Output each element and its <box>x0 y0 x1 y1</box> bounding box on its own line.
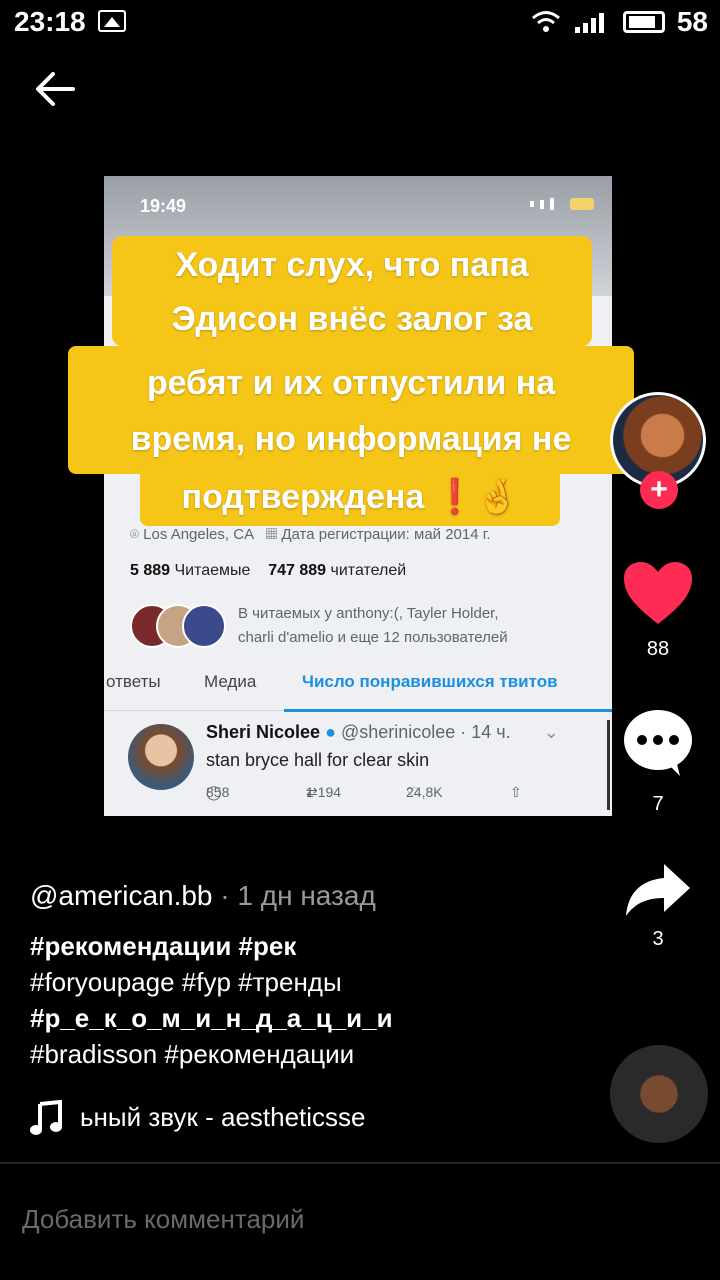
author-username[interactable]: @american.bb <box>30 880 213 911</box>
tab-likes: Число понравившихся твитов <box>302 672 558 691</box>
video-status-icons <box>530 198 594 210</box>
avatar <box>182 604 226 648</box>
tweet-author: Sheri Nicolee ● @sherinicolee · 14 ч. ⌄ <box>206 722 559 743</box>
profile-location: Los Angeles, CA <box>143 526 254 543</box>
like-button[interactable] <box>622 560 694 631</box>
mutual-followers-text: В читаемых у anthony:(, Tayler Holder, c… <box>238 602 508 650</box>
caption-box-2: ребят и их отпустили на время, но информ… <box>68 346 634 474</box>
tweet-handle: @sherinicolee · 14 ч. <box>340 722 511 742</box>
video-status-time: 19:49 <box>140 196 187 216</box>
back-button[interactable] <box>30 64 80 114</box>
battery-percent: 58 <box>676 6 708 37</box>
profile-location-row: ⌾ Los Angeles, CA ▦ Дата регистрации: ма… <box>130 526 491 543</box>
profile-joined: Дата регистрации: май 2014 г. <box>281 526 491 543</box>
hashtag-line-4[interactable]: #bradisson #рекомендации <box>30 1036 470 1072</box>
followers-count: 747 889 <box>268 562 327 579</box>
share-count: 3 <box>652 928 664 950</box>
post-author-line: @american.bb · 1 дн назад <box>30 880 376 912</box>
tweet-retweets: 1 194 <box>306 784 342 800</box>
share-arrow-icon <box>626 864 690 916</box>
tweet-text: stan bryce hall for clear skin <box>206 750 430 770</box>
comment-icon <box>624 710 692 776</box>
tweet-replies: 858 <box>206 784 230 800</box>
calendar-icon: ▦ <box>265 526 282 543</box>
status-time: 23:18 <box>14 6 86 37</box>
following-count: 5 889 <box>130 562 171 579</box>
video-scrollbar <box>607 720 610 810</box>
followers-label: читателей <box>330 562 407 579</box>
post-hashtags: #рекомендации #рек #foryoupage #fyp #тре… <box>30 928 470 1072</box>
comment-count: 7 <box>652 793 664 815</box>
share-outline-icon: ⇧ <box>510 784 522 800</box>
follow-button[interactable]: + <box>640 471 678 509</box>
active-tab-indicator <box>284 709 612 712</box>
caption-box-3: подтверждена ❗🤞 <box>140 468 560 526</box>
tweet-likes: 24,8K <box>406 784 443 800</box>
verified-icon: ● <box>325 722 336 742</box>
share-button[interactable] <box>624 862 692 923</box>
following-label: Читаемые <box>174 562 251 579</box>
heart-icon <box>624 562 692 624</box>
music-disc[interactable] <box>610 1045 708 1143</box>
caption-line-2: Эдисон внёс залог за <box>171 300 533 338</box>
post-time: · 1 дн назад <box>220 880 376 911</box>
tab-media: Медиа <box>204 672 257 691</box>
hashtag-line-2[interactable]: #foryoupage #fyp #тренды <box>30 964 470 1000</box>
mutual-avatars <box>130 604 230 648</box>
profile-counts: 5 889 Читаемые 747 889 читателей <box>130 562 406 580</box>
tweet-card: Sheri Nicolee ● @sherinicolee · 14 ч. ⌄ … <box>104 716 612 816</box>
chevron-down-icon: ⌄ <box>543 722 559 742</box>
mutual-line-1: В читаемых у anthony:(, Tayler Holder, <box>238 605 499 622</box>
caption-line-4: время, но информация не <box>130 420 572 458</box>
mutual-line-2: charli d'amelio и еще 12 пользователей <box>238 629 508 646</box>
music-title: ьный звук - aestheticsse <box>80 1102 366 1132</box>
hashtag-line-1[interactable]: #рекомендации #рек <box>30 928 470 964</box>
hashtag-line-3[interactable]: #р_е_к_о_м_и_н_д_а_ц_и_и <box>30 1000 470 1036</box>
like-count: 88 <box>646 638 670 660</box>
status-bar: 23:18 58 <box>0 0 720 44</box>
caption-line-3: ребят и их отпустили на <box>146 364 556 402</box>
back-arrow-icon <box>36 72 75 106</box>
mutual-followers: В читаемых у anthony:(, Tayler Holder, c… <box>130 602 600 652</box>
status-icons: 58 <box>531 6 708 38</box>
image-notification-icon <box>98 10 126 32</box>
caption-box-1: Ходит слух, что папа Эдисон внёс залог з… <box>112 236 592 346</box>
tweet-author-name: Sheri Nicolee <box>206 722 321 742</box>
caption-line-1: Ходит слух, что папа <box>175 246 529 284</box>
location-pin-icon: ⌾ <box>130 526 144 543</box>
wifi-icon <box>531 11 560 32</box>
comment-input[interactable]: Добавить комментарий <box>22 1204 304 1235</box>
comment-button[interactable] <box>622 708 694 783</box>
divider <box>0 1162 720 1164</box>
avatar <box>128 724 194 790</box>
profile-tabs: ответы Медиа Число понравившихся твитов <box>104 666 612 712</box>
battery-icon <box>622 11 665 33</box>
music-note-icon <box>30 1100 62 1135</box>
tab-replies: ответы <box>106 672 161 691</box>
caption-line-5: подтверждена ❗🤞 <box>181 478 519 516</box>
signal-icon <box>574 13 604 33</box>
